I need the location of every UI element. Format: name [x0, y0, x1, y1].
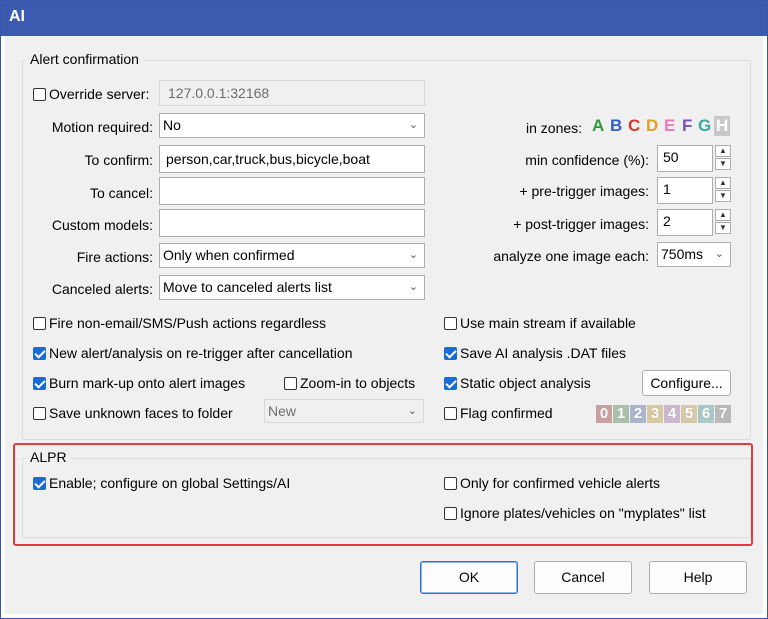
title-bar[interactable]: AI [1, 1, 767, 36]
flag-digit-5[interactable]: 5 [681, 405, 697, 423]
analyze-each-label: analyze one image each: [493, 248, 649, 264]
new-alert-checkbox[interactable] [33, 347, 46, 360]
min-confidence-spinner[interactable]: ▲ ▼ [715, 145, 732, 171]
zoom-in-label: Zoom-in to objects [300, 375, 416, 391]
zoom-in-checkbox[interactable] [284, 377, 297, 390]
chevron-down-icon: ⌄ [408, 119, 418, 131]
burn-markup-label: Burn mark-up onto alert images [49, 375, 246, 391]
configure-button[interactable]: Configure... [642, 370, 731, 396]
save-unknown-label: Save unknown faces to folder [49, 405, 233, 421]
fire-non-email-checkbox[interactable] [33, 317, 46, 330]
flag-digit-1[interactable]: 1 [613, 405, 629, 423]
override-server-label: Override server: [49, 86, 150, 102]
canceled-alerts-label: Canceled alerts: [51, 281, 153, 297]
zone-d-letter[interactable]: D [646, 116, 658, 136]
flag-digit-0[interactable]: 0 [596, 405, 612, 423]
min-confidence-label: min confidence (%): [525, 152, 649, 168]
spin-up-icon[interactable]: ▲ [715, 177, 731, 189]
pre-trigger-label: + pre-trigger images: [519, 183, 649, 199]
canceled-alerts-value: Move to canceled alerts list [163, 279, 332, 295]
alpr-highlight-box [13, 443, 753, 546]
post-trigger-input[interactable]: 2 [657, 209, 713, 236]
override-server-input[interactable]: 127.0.0.1:32168 [159, 80, 425, 106]
flag-confirmed-label: Flag confirmed [460, 405, 553, 421]
zone-a-letter[interactable]: A [592, 116, 604, 136]
new-alert-label: New alert/analysis on re-trigger after c… [49, 345, 353, 361]
analyze-each-value: 750ms [661, 246, 704, 262]
in-zones-label: in zones: [526, 120, 583, 136]
fire-actions-label: Fire actions: [76, 249, 153, 265]
alert-confirmation-legend: Alert confirmation [26, 51, 143, 67]
zone-g-letter[interactable]: G [698, 116, 711, 136]
fire-non-email-label: Fire non-email/SMS/Push actions regardle… [49, 315, 327, 331]
static-object-checkbox[interactable] [444, 377, 457, 390]
save-dat-checkbox[interactable] [444, 347, 457, 360]
spin-down-icon[interactable]: ▼ [715, 190, 731, 202]
fire-actions-value: Only when confirmed [163, 247, 295, 263]
faces-folder-select[interactable]: New ⌄ [264, 399, 424, 423]
analyze-each-select[interactable]: 750ms ⌄ [657, 242, 731, 267]
zone-f-letter[interactable]: F [682, 116, 692, 136]
dialog-client-area: Alert confirmation Override server: 127.… [5, 36, 763, 614]
help-button[interactable]: Help [649, 561, 747, 594]
post-trigger-spinner[interactable]: ▲ ▼ [715, 209, 732, 235]
canceled-alerts-select[interactable]: Move to canceled alerts list ⌄ [159, 275, 425, 300]
spin-down-icon[interactable]: ▼ [715, 222, 731, 234]
custom-models-input[interactable] [159, 209, 425, 237]
burn-markup-checkbox[interactable] [33, 377, 46, 390]
zone-h-letter[interactable]: H [714, 116, 731, 136]
main-stream-label: Use main stream if available [460, 315, 636, 331]
flag-digit-2[interactable]: 2 [630, 405, 646, 423]
to-cancel-label: To cancel: [89, 185, 153, 201]
pre-trigger-spinner[interactable]: ▲ ▼ [715, 177, 732, 203]
zone-e-letter[interactable]: E [664, 116, 675, 136]
to-confirm-label: To confirm: [84, 152, 153, 168]
to-confirm-input[interactable]: person,car,truck,bus,bicycle,boat [159, 145, 425, 173]
main-stream-checkbox[interactable] [444, 317, 457, 330]
flag-digit-4[interactable]: 4 [664, 405, 680, 423]
ok-button[interactable]: OK [420, 561, 518, 594]
chevron-down-icon: ⌄ [408, 249, 418, 261]
save-dat-label: Save AI analysis .DAT files [460, 345, 626, 361]
chevron-down-icon: ⌄ [407, 405, 417, 417]
save-unknown-checkbox[interactable] [33, 407, 46, 420]
flag-digit-6[interactable]: 6 [698, 405, 714, 423]
faces-folder-value: New [268, 403, 297, 419]
flag-digits[interactable]: 0 1 2 3 4 5 6 7 [596, 405, 731, 423]
zone-c-letter[interactable]: C [628, 116, 640, 136]
spin-up-icon[interactable]: ▲ [715, 209, 731, 221]
flag-digit-3[interactable]: 3 [647, 405, 663, 423]
fire-actions-select[interactable]: Only when confirmed ⌄ [159, 243, 425, 268]
custom-models-label: Custom models: [51, 217, 153, 233]
motion-required-select[interactable]: No ⌄ [159, 113, 425, 138]
min-confidence-input[interactable]: 50 [657, 145, 713, 172]
pre-trigger-input[interactable]: 1 [657, 177, 713, 204]
motion-required-label: Motion required: [51, 119, 153, 135]
to-cancel-input[interactable] [159, 177, 425, 205]
window-title: AI [9, 8, 25, 25]
chevron-down-icon: ⌄ [714, 248, 724, 260]
zone-b-letter[interactable]: B [610, 116, 622, 136]
flag-confirmed-checkbox[interactable] [444, 407, 457, 420]
spin-up-icon[interactable]: ▲ [715, 145, 731, 157]
post-trigger-label: + post-trigger images: [513, 216, 649, 232]
spin-down-icon[interactable]: ▼ [715, 158, 731, 170]
ai-dialog-window: AI Alert confirmation Override server: 1… [0, 0, 768, 619]
chevron-down-icon: ⌄ [408, 281, 418, 293]
zone-letters[interactable]: A B C D E F G H [592, 116, 732, 138]
override-server-checkbox[interactable] [33, 88, 46, 101]
flag-digit-7[interactable]: 7 [715, 405, 731, 423]
motion-required-value: No [163, 117, 181, 133]
static-object-label: Static object analysis [460, 375, 591, 391]
cancel-button[interactable]: Cancel [534, 561, 632, 594]
